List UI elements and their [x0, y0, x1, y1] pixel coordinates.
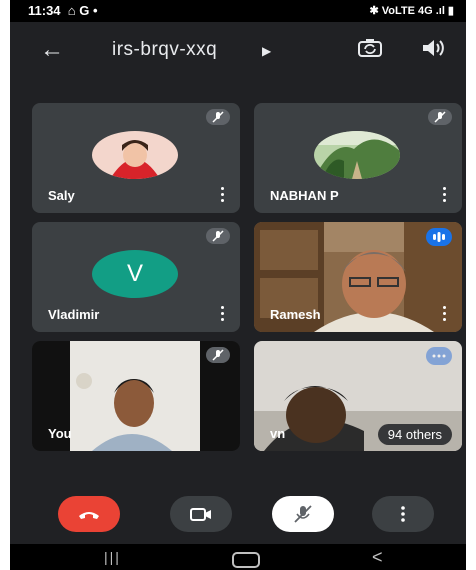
- more-vert-icon[interactable]: [220, 187, 226, 203]
- mic-off-icon: [206, 228, 230, 244]
- back-icon[interactable]: <: [372, 547, 383, 568]
- participant-name: NABHAN P: [270, 188, 339, 203]
- status-time: 11:34: [28, 3, 61, 18]
- home-icon[interactable]: [232, 552, 260, 568]
- participant-name: Ramesh: [270, 307, 321, 322]
- participant-tile[interactable]: You: [32, 341, 240, 451]
- speaking-indicator-icon: [426, 228, 452, 246]
- camera-toggle-button[interactable]: [170, 496, 232, 532]
- participant-name: Vladimir: [48, 307, 100, 322]
- participant-name: vn: [270, 426, 286, 441]
- system-nav-bar: ||| <: [10, 544, 466, 570]
- more-vert-icon[interactable]: [442, 187, 448, 203]
- avatar-initial: V: [92, 250, 178, 298]
- caret-right-icon[interactable]: ▶: [262, 44, 271, 58]
- call-controls: [10, 490, 466, 544]
- more-options-button[interactable]: [372, 496, 434, 532]
- app-bar: ← irs-brqv-xxq ▶: [10, 22, 466, 78]
- microphone-toggle-button[interactable]: [272, 496, 334, 532]
- meeting-code[interactable]: irs-brqv-xxq: [112, 39, 217, 61]
- participant-tile[interactable]: Saly: [32, 103, 240, 213]
- participant-tile[interactable]: V Vladimir: [32, 222, 240, 332]
- participant-tile[interactable]: NABHAN P: [254, 103, 462, 213]
- phone-hangup-icon: [79, 512, 99, 519]
- phone-screen: 11:34 ⌂ G • ✱ VoLTE 4G .ıl ▮ ← irs-brqv-…: [10, 0, 466, 570]
- video-camera-icon: [190, 508, 211, 521]
- end-call-button[interactable]: [58, 496, 120, 532]
- arrow-left-icon[interactable]: ←: [40, 36, 64, 64]
- participant-name: Saly: [48, 188, 75, 203]
- more-vert-icon: [401, 506, 405, 522]
- others-count-badge[interactable]: 94 others: [377, 424, 452, 445]
- status-icons-right: ✱ VoLTE 4G .ıl ▮: [369, 5, 454, 17]
- status-bar-left: 11:34 ⌂ G •: [28, 3, 98, 18]
- mic-off-icon: [206, 347, 230, 363]
- camera-switch-icon[interactable]: [356, 36, 384, 60]
- more-vert-icon[interactable]: [442, 306, 448, 322]
- avatar: [314, 131, 400, 179]
- mic-off-icon: [428, 109, 452, 125]
- participant-tile[interactable]: Ramesh: [254, 222, 462, 332]
- status-icons-left: ⌂ G •: [67, 3, 98, 18]
- participant-name: You: [48, 426, 72, 441]
- status-bar: 11:34 ⌂ G • ✱ VoLTE 4G .ıl ▮: [10, 0, 466, 22]
- avatar: [92, 131, 178, 179]
- participant-tile[interactable]: vn 94 others: [254, 341, 462, 451]
- more-vert-icon[interactable]: [220, 306, 226, 322]
- mic-off-icon: [206, 109, 230, 125]
- recent-apps-icon[interactable]: |||: [104, 549, 121, 565]
- mic-off-icon: [294, 505, 312, 523]
- speaker-icon[interactable]: [420, 36, 446, 60]
- speaking-indicator-icon: [426, 347, 452, 365]
